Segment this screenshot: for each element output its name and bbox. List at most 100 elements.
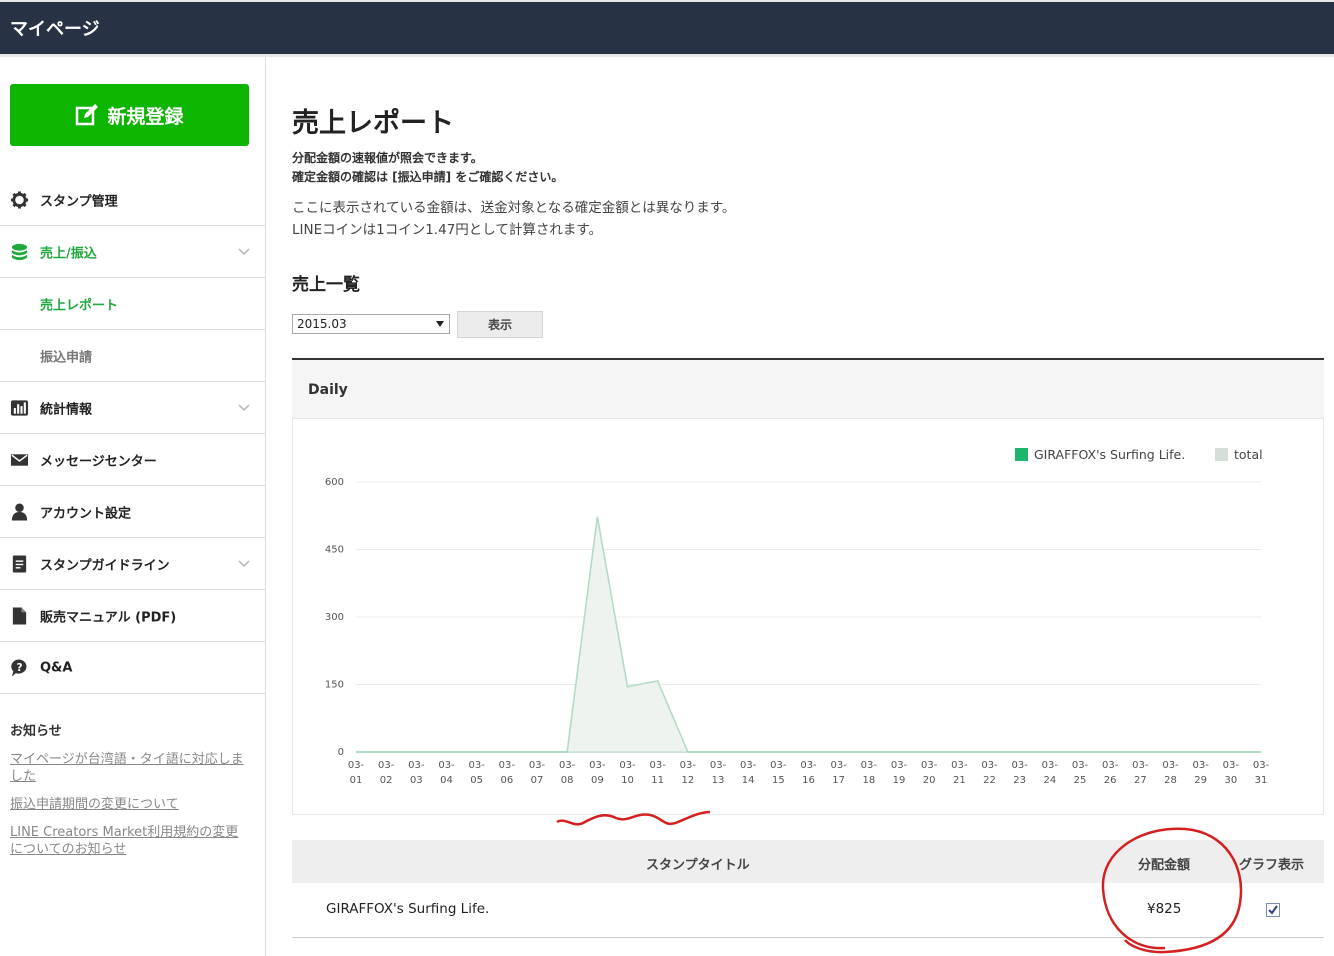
x-tick-label: 03-: [378, 760, 395, 771]
document-icon: [12, 554, 27, 573]
notice-heading: お知らせ: [10, 724, 62, 739]
sidebar-item-sales-transfer[interactable]: 売上/振込: [0, 226, 266, 278]
sidebar-item-sales-manual[interactable]: 販売マニュアル (PDF): [0, 590, 266, 642]
description-bold-line: 確定金額の確認は [振込申請] をご確認ください。: [292, 170, 564, 184]
notice-link[interactable]: マイページが台湾語・タイ語に対応しました: [10, 751, 250, 785]
notice-link[interactable]: LINE Creators Market利用規約の変更についてのお知らせ: [10, 824, 250, 858]
x-tick-label: 17: [832, 775, 845, 786]
top-header: マイページ: [0, 0, 1334, 57]
x-tick-label: 03-: [1042, 760, 1059, 771]
x-tick-label: 21: [953, 775, 966, 786]
new-registration-button[interactable]: 新規登録: [10, 84, 249, 146]
x-tick-label: 03: [410, 775, 423, 786]
gear-icon: [10, 190, 29, 209]
x-tick-label: 22: [983, 775, 996, 786]
sidebar-item-stamp-management[interactable]: スタンプ管理: [0, 174, 266, 226]
graph-toggle-checkbox[interactable]: [1266, 903, 1280, 917]
month-select[interactable]: 2015.03: [292, 314, 450, 334]
x-tick-label: 03-: [921, 760, 938, 771]
description: ここに表示されている金額は、送金対象となる確定金額とは異なります。 LINEコイ…: [292, 197, 735, 241]
column-header-title: スタンプタイトル: [646, 858, 750, 873]
x-tick-label: 03-: [830, 760, 847, 771]
legend-swatch-total: [1215, 448, 1228, 461]
x-tick-label: 03-: [1132, 760, 1149, 771]
sidebar-item-sales-report[interactable]: 売上レポート: [0, 278, 266, 330]
dropdown-arrow-icon: [436, 321, 444, 327]
sidebar-item-statistics[interactable]: 統計情報: [0, 382, 266, 434]
sidebar-item-account-settings[interactable]: アカウント設定: [0, 486, 266, 538]
question-icon: ?: [11, 658, 27, 677]
x-tick-label: 26: [1104, 775, 1117, 786]
row-amount: ¥825: [1147, 901, 1182, 917]
x-tick-label: 02: [380, 775, 393, 786]
header-title[interactable]: マイページ: [10, 15, 100, 41]
x-tick-label: 03-: [468, 760, 485, 771]
x-tick-label: 03-: [649, 760, 666, 771]
x-tick-label: 03-: [589, 760, 606, 771]
x-tick-label: 03-: [499, 760, 516, 771]
x-tick-label: 03-: [529, 760, 546, 771]
sidebar-item-label: アカウント設定: [40, 506, 132, 521]
column-header-amount: 分配金額: [1138, 858, 1191, 873]
sidebar-item-label: スタンプ管理: [40, 194, 118, 209]
x-tick-label: 16: [802, 775, 815, 786]
sidebar: 新規登録 スタンプ管理 売上/振込 売上レポート 振込申請 統計情報 メッセージ…: [0, 57, 266, 956]
x-tick-label: 13: [712, 775, 725, 786]
x-tick-label: 03-: [891, 760, 908, 771]
legend-label-total: total: [1234, 447, 1263, 462]
x-tick-label: 03-: [348, 760, 365, 771]
chart-panel: Daily 0 150 300 450 600 03- 01 03- 02 03- 03 03- 04 0…: [292, 358, 1324, 815]
page-title: 売上レポート: [292, 108, 454, 139]
notice-link[interactable]: 振込申請期間の変更について: [10, 796, 250, 813]
user-icon: [11, 502, 28, 521]
description-bold: 分配金額の速報値が照会できます。 確定金額の確認は [振込申請] をご確認くださ…: [292, 149, 563, 187]
sidebar-item-label: 販売マニュアル (PDF): [40, 610, 177, 625]
y-tick-label: 450: [325, 545, 344, 556]
x-tick-label: 04: [440, 775, 453, 786]
x-tick-label: 31: [1255, 775, 1268, 786]
x-tick-label: 07: [531, 775, 544, 786]
new-registration-label: 新規登録: [107, 105, 184, 128]
x-tick-label: 18: [862, 775, 875, 786]
bar-chart-icon: [10, 399, 29, 416]
x-tick-label: 25: [1074, 775, 1087, 786]
x-tick-label: 03-: [1072, 760, 1089, 771]
sidebar-item-message-center[interactable]: メッセージセンター: [0, 434, 266, 486]
x-tick-label: 14: [742, 775, 755, 786]
x-tick-label: 11: [651, 775, 664, 786]
sidebar-item-stamp-guideline[interactable]: スタンプガイドライン: [0, 538, 266, 590]
chart-area: 0 150 300 450 600 03- 01 03- 02 03- 03 03- 04 03- 05 03…: [292, 418, 1324, 815]
total-series-line: [356, 516, 1261, 753]
legend-label-giraffox: GIRAFFOX's Surfing Life.: [1034, 447, 1185, 462]
y-tick-label: 300: [325, 612, 344, 623]
y-tick-label: 600: [325, 477, 344, 488]
x-tick-label: 03-: [438, 760, 455, 771]
chevron-down-icon: [238, 247, 250, 255]
sidebar-item-label: 売上レポート: [40, 298, 119, 313]
x-tick-label: 03-: [680, 760, 697, 771]
table-row: GIRAFFOX's Surfing Life. ¥825: [292, 883, 1324, 938]
sidebar-item-label: Q&A: [40, 660, 73, 675]
coins-icon: [11, 243, 28, 260]
x-tick-label: 06: [500, 775, 513, 786]
x-tick-label: 03-: [408, 760, 425, 771]
sidebar-item-transfer-request[interactable]: 振込申請: [0, 330, 266, 382]
description-line: ここに表示されている金額は、送金対象となる確定金額とは異なります。: [292, 200, 736, 216]
sidebar-item-label: スタンプガイドライン: [40, 558, 170, 573]
description-bold-line: 分配金額の速報値が照会できます。: [292, 151, 483, 165]
x-tick-label: 03-: [1162, 760, 1179, 771]
y-tick-label: 0: [338, 747, 344, 758]
x-tick-label: 03-: [1223, 760, 1240, 771]
x-tick-label: 15: [772, 775, 785, 786]
show-button[interactable]: 表示: [457, 311, 543, 338]
checkmark-icon: [1268, 905, 1278, 915]
x-tick-label: 03-: [619, 760, 636, 771]
x-tick-label: 03-: [861, 760, 878, 771]
table-header: スタンプタイトル 分配金額 グラフ表示: [292, 840, 1324, 883]
legend-swatch-giraffox: [1015, 448, 1028, 461]
sidebar-item-qa[interactable]: ? Q&A: [0, 642, 266, 694]
x-tick-label: 12: [681, 775, 694, 786]
sidebar-item-label: 売上/振込: [40, 246, 97, 261]
x-tick-label: 03-: [1192, 760, 1209, 771]
x-tick-label: 03-: [770, 760, 787, 771]
